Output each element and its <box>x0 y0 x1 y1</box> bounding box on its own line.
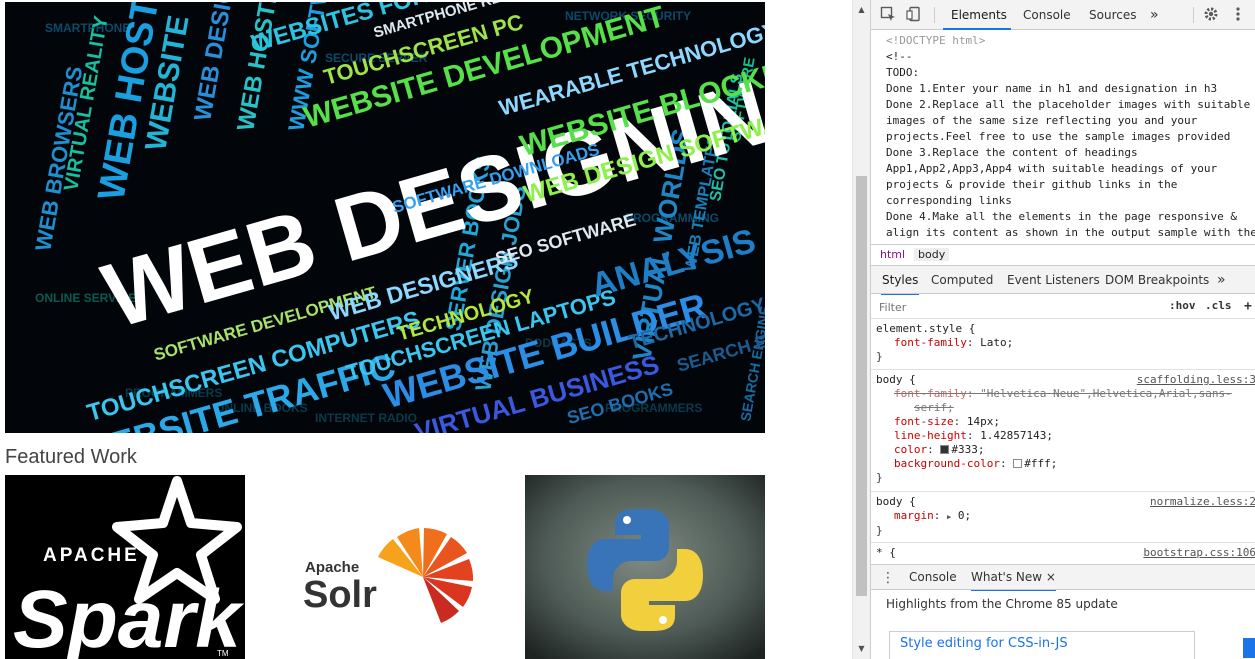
solr-logo: Apache Solr <box>265 475 505 659</box>
rule-source-link[interactable]: scaffolding.less:3 <box>1137 373 1255 387</box>
tab-console[interactable]: Console <box>1023 0 1071 30</box>
hover-state-toggle[interactable]: :hov <box>1169 299 1196 312</box>
source-line: Done 4.Make all the elements in the page… <box>886 210 1237 223</box>
property-value[interactable]: #333; <box>951 443 984 456</box>
property-value[interactable]: Lato; <box>980 336 1013 349</box>
more-options-icon[interactable] <box>1229 6 1247 24</box>
property-name[interactable]: background-color <box>894 457 1000 470</box>
spark-logo: APACHE Spark TM <box>5 475 245 659</box>
styles-rules: element.style { font-family: Lato; } bod… <box>871 320 1255 560</box>
color-swatch[interactable] <box>1013 459 1023 468</box>
whats-new-panel: Highlights from the Chrome 85 update Sty… <box>871 591 1255 659</box>
style-rule-body-scaffolding[interactable]: body { scaffolding.less:3 font-family: "… <box>871 371 1255 492</box>
close-icon[interactable]: × <box>1046 570 1056 584</box>
style-rule-element[interactable]: element.style { font-family: Lato; } <box>871 320 1255 370</box>
color-swatch[interactable] <box>940 445 950 454</box>
rule-close: } <box>876 350 883 363</box>
breadcrumb-body[interactable]: body <box>914 248 950 261</box>
property-value[interactable]: 14px; <box>967 415 1000 428</box>
spark-logo-tm: TM <box>217 649 229 658</box>
hero-image: SMARTPHONE SECURE SERVER NETWORK SECURITY… <box>5 2 765 433</box>
page-scrollbar[interactable]: ▲ ▼ <box>852 0 870 659</box>
rule-selector: element.style { <box>876 322 976 335</box>
device-toolbar-icon[interactable] <box>905 6 923 24</box>
inspect-element-icon[interactable] <box>879 6 897 24</box>
rule-source-link[interactable]: bootstrap.css:106 <box>1143 546 1255 560</box>
property-value[interactable]: "Helvetica Neue",Helvetica,Arial,sans- <box>980 387 1232 400</box>
project-thumb-spark[interactable]: APACHE Spark TM <box>5 475 245 659</box>
tab-styles[interactable]: Styles <box>881 266 920 296</box>
web-page: SMARTPHONE SECURE SERVER NETWORK SECURITY… <box>0 0 852 659</box>
source-line: App1,App2,App3,App4 with suitable headin… <box>886 162 1218 175</box>
source-line: <!-- <box>886 50 913 63</box>
property-name[interactable]: font-size <box>894 415 954 428</box>
expand-triangle-icon[interactable]: ▶ <box>947 513 951 521</box>
property-value[interactable]: 1.42857143; <box>980 429 1053 442</box>
property-name[interactable]: font-family <box>894 387 967 400</box>
solr-logo-main: Solr <box>303 574 377 616</box>
python-logo <box>525 475 765 659</box>
settings-gear-icon[interactable] <box>1202 6 1220 24</box>
more-tabs-icon[interactable]: » <box>1150 0 1159 30</box>
tab-event-listeners[interactable]: Event Listeners <box>1007 266 1100 294</box>
source-line: <!DOCTYPE html> <box>886 34 986 47</box>
style-rule-body-normalize[interactable]: body { normalize.less:2 margin: ▶ 0; } <box>871 493 1255 543</box>
style-rule-universal[interactable]: * { bootstrap.css:106 <box>871 544 1255 560</box>
source-line: Done 3.Replace the content of headings <box>886 146 1138 159</box>
scroll-down-arrow-icon[interactable]: ▼ <box>853 641 870 657</box>
devtools-toolbar: Elements Console Sources » <box>871 0 1255 30</box>
styles-filter-input[interactable] <box>877 298 1157 316</box>
source-line: images of the same size reflecting you a… <box>886 114 1198 127</box>
tab-elements[interactable]: Elements <box>943 0 1011 30</box>
source-line: TODO: <box>886 66 920 79</box>
featured-work-heading: Featured Work <box>5 446 137 468</box>
highlights-heading: Highlights from the Chrome 85 update <box>886 597 1118 611</box>
tab-sources[interactable]: Sources <box>1089 0 1136 30</box>
styles-subtabs: Styles Computed Event Listeners DOM Brea… <box>871 266 1255 296</box>
source-line: Done 2.Replace all the placeholder image… <box>886 98 1251 111</box>
breadcrumb-html[interactable]: html <box>876 248 909 261</box>
drawer-menu-icon[interactable]: ⋮ <box>879 569 897 587</box>
word-cloud: SMARTPHONESECURE SERVER NETWORK SECURITY… <box>5 2 765 433</box>
property-value-cont: serif; <box>914 401 954 414</box>
drawer-tab-console[interactable]: Console <box>909 565 957 590</box>
source-line: projects & provide their github links in… <box>886 178 1178 191</box>
property-value[interactable]: 0; <box>958 509 971 522</box>
source-line: projects.Feel free to use the sample ima… <box>886 130 1231 143</box>
property-name[interactable]: color <box>894 443 927 456</box>
property-value[interactable]: #fff; <box>1024 457 1057 470</box>
project-thumb-python[interactable] <box>525 475 765 659</box>
drawer-tab-whats-new[interactable]: What's New × <box>971 565 1056 592</box>
learn-more-button[interactable] <box>1243 638 1255 658</box>
property-name[interactable]: margin <box>894 509 934 522</box>
rule-source-link[interactable]: normalize.less:2 <box>1150 495 1255 509</box>
property-name[interactable]: font-family <box>894 336 967 349</box>
dom-source-view[interactable]: <!DOCTYPE html> <!-- TODO: Done 1.Enter … <box>871 31 1255 243</box>
source-line: align its content as shown in the output… <box>886 226 1255 239</box>
source-line: Done 1.Enter your name in h1 and designa… <box>886 82 1218 95</box>
source-line: corresponding links <box>886 194 1012 207</box>
property-name[interactable]: line-height <box>894 429 967 442</box>
tab-dom-breakpoints[interactable]: DOM Breakpoints <box>1105 266 1209 294</box>
breadcrumb: html body <box>871 244 1255 266</box>
project-thumb-solr[interactable]: Apache Solr <box>265 475 505 659</box>
feature-card[interactable]: Style editing for CSS-in-JS <box>889 631 1195 659</box>
class-toggle[interactable]: .cls <box>1205 299 1232 312</box>
spark-logo-main: Spark <box>13 574 245 659</box>
drawer-tab-label: What's New <box>971 570 1043 584</box>
spark-logo-top: APACHE <box>43 545 140 566</box>
devtools-panel: Elements Console Sources » <!DOCTYPE htm… <box>870 0 1255 659</box>
styles-filter-bar: :hov .cls + <box>871 295 1255 319</box>
scrollbar-thumb[interactable] <box>856 176 867 596</box>
feature-link[interactable]: Style editing for CSS-in-JS <box>900 636 1068 651</box>
more-subtabs-icon[interactable]: » <box>1217 266 1226 294</box>
drawer-tabbar: ⋮ Console What's New × <box>871 564 1255 592</box>
tab-computed[interactable]: Computed <box>931 266 993 294</box>
rule-close: } <box>876 471 883 484</box>
rule-close: } <box>876 524 883 537</box>
svg-text:INTERNET RADIO: INTERNET RADIO <box>315 411 417 425</box>
scroll-up-arrow-icon[interactable]: ▲ <box>853 2 870 18</box>
new-rule-button[interactable]: + <box>1244 299 1252 314</box>
